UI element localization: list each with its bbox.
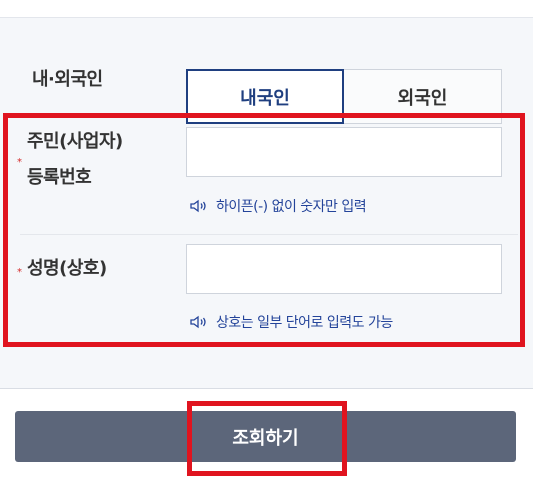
nationality-label: 내·외국인 xyxy=(32,69,103,90)
name-input[interactable] xyxy=(186,244,502,294)
nationality-toggle: 내국인 외국인 xyxy=(186,69,502,124)
lookup-page: 내·외국인 내국인 외국인 * 주민(사업자) 등록번호 하이픈(-) 없이 숫… xyxy=(0,0,533,489)
required-star: * xyxy=(17,267,22,278)
search-submit-button[interactable]: 조회하기 xyxy=(15,411,516,462)
name-hint-text: 상호는 일부 단어로 입력도 가능 xyxy=(216,315,393,331)
foreigner-option-button[interactable]: 외국인 xyxy=(344,69,502,124)
speaker-icon xyxy=(190,315,206,329)
registration-number-hint: 하이픈(-) 없이 숫자만 입력 xyxy=(190,196,367,216)
domestic-option-button[interactable]: 내국인 xyxy=(186,69,344,124)
registration-number-hint-text: 하이픈(-) 없이 숫자만 입력 xyxy=(216,199,367,215)
row-divider xyxy=(20,234,518,235)
registration-number-input[interactable] xyxy=(186,127,502,177)
speaker-icon xyxy=(190,199,206,213)
registration-number-label-line2: 등록번호 xyxy=(27,167,92,188)
required-star: * xyxy=(17,157,22,168)
name-label: 성명(상호) xyxy=(27,258,107,279)
name-hint: 상호는 일부 단어로 입력도 가능 xyxy=(190,312,393,332)
registration-number-label-line1: 주민(사업자) xyxy=(27,131,123,152)
search-form-panel: 내·외국인 내국인 외국인 * 주민(사업자) 등록번호 하이픈(-) 없이 숫… xyxy=(0,17,533,389)
